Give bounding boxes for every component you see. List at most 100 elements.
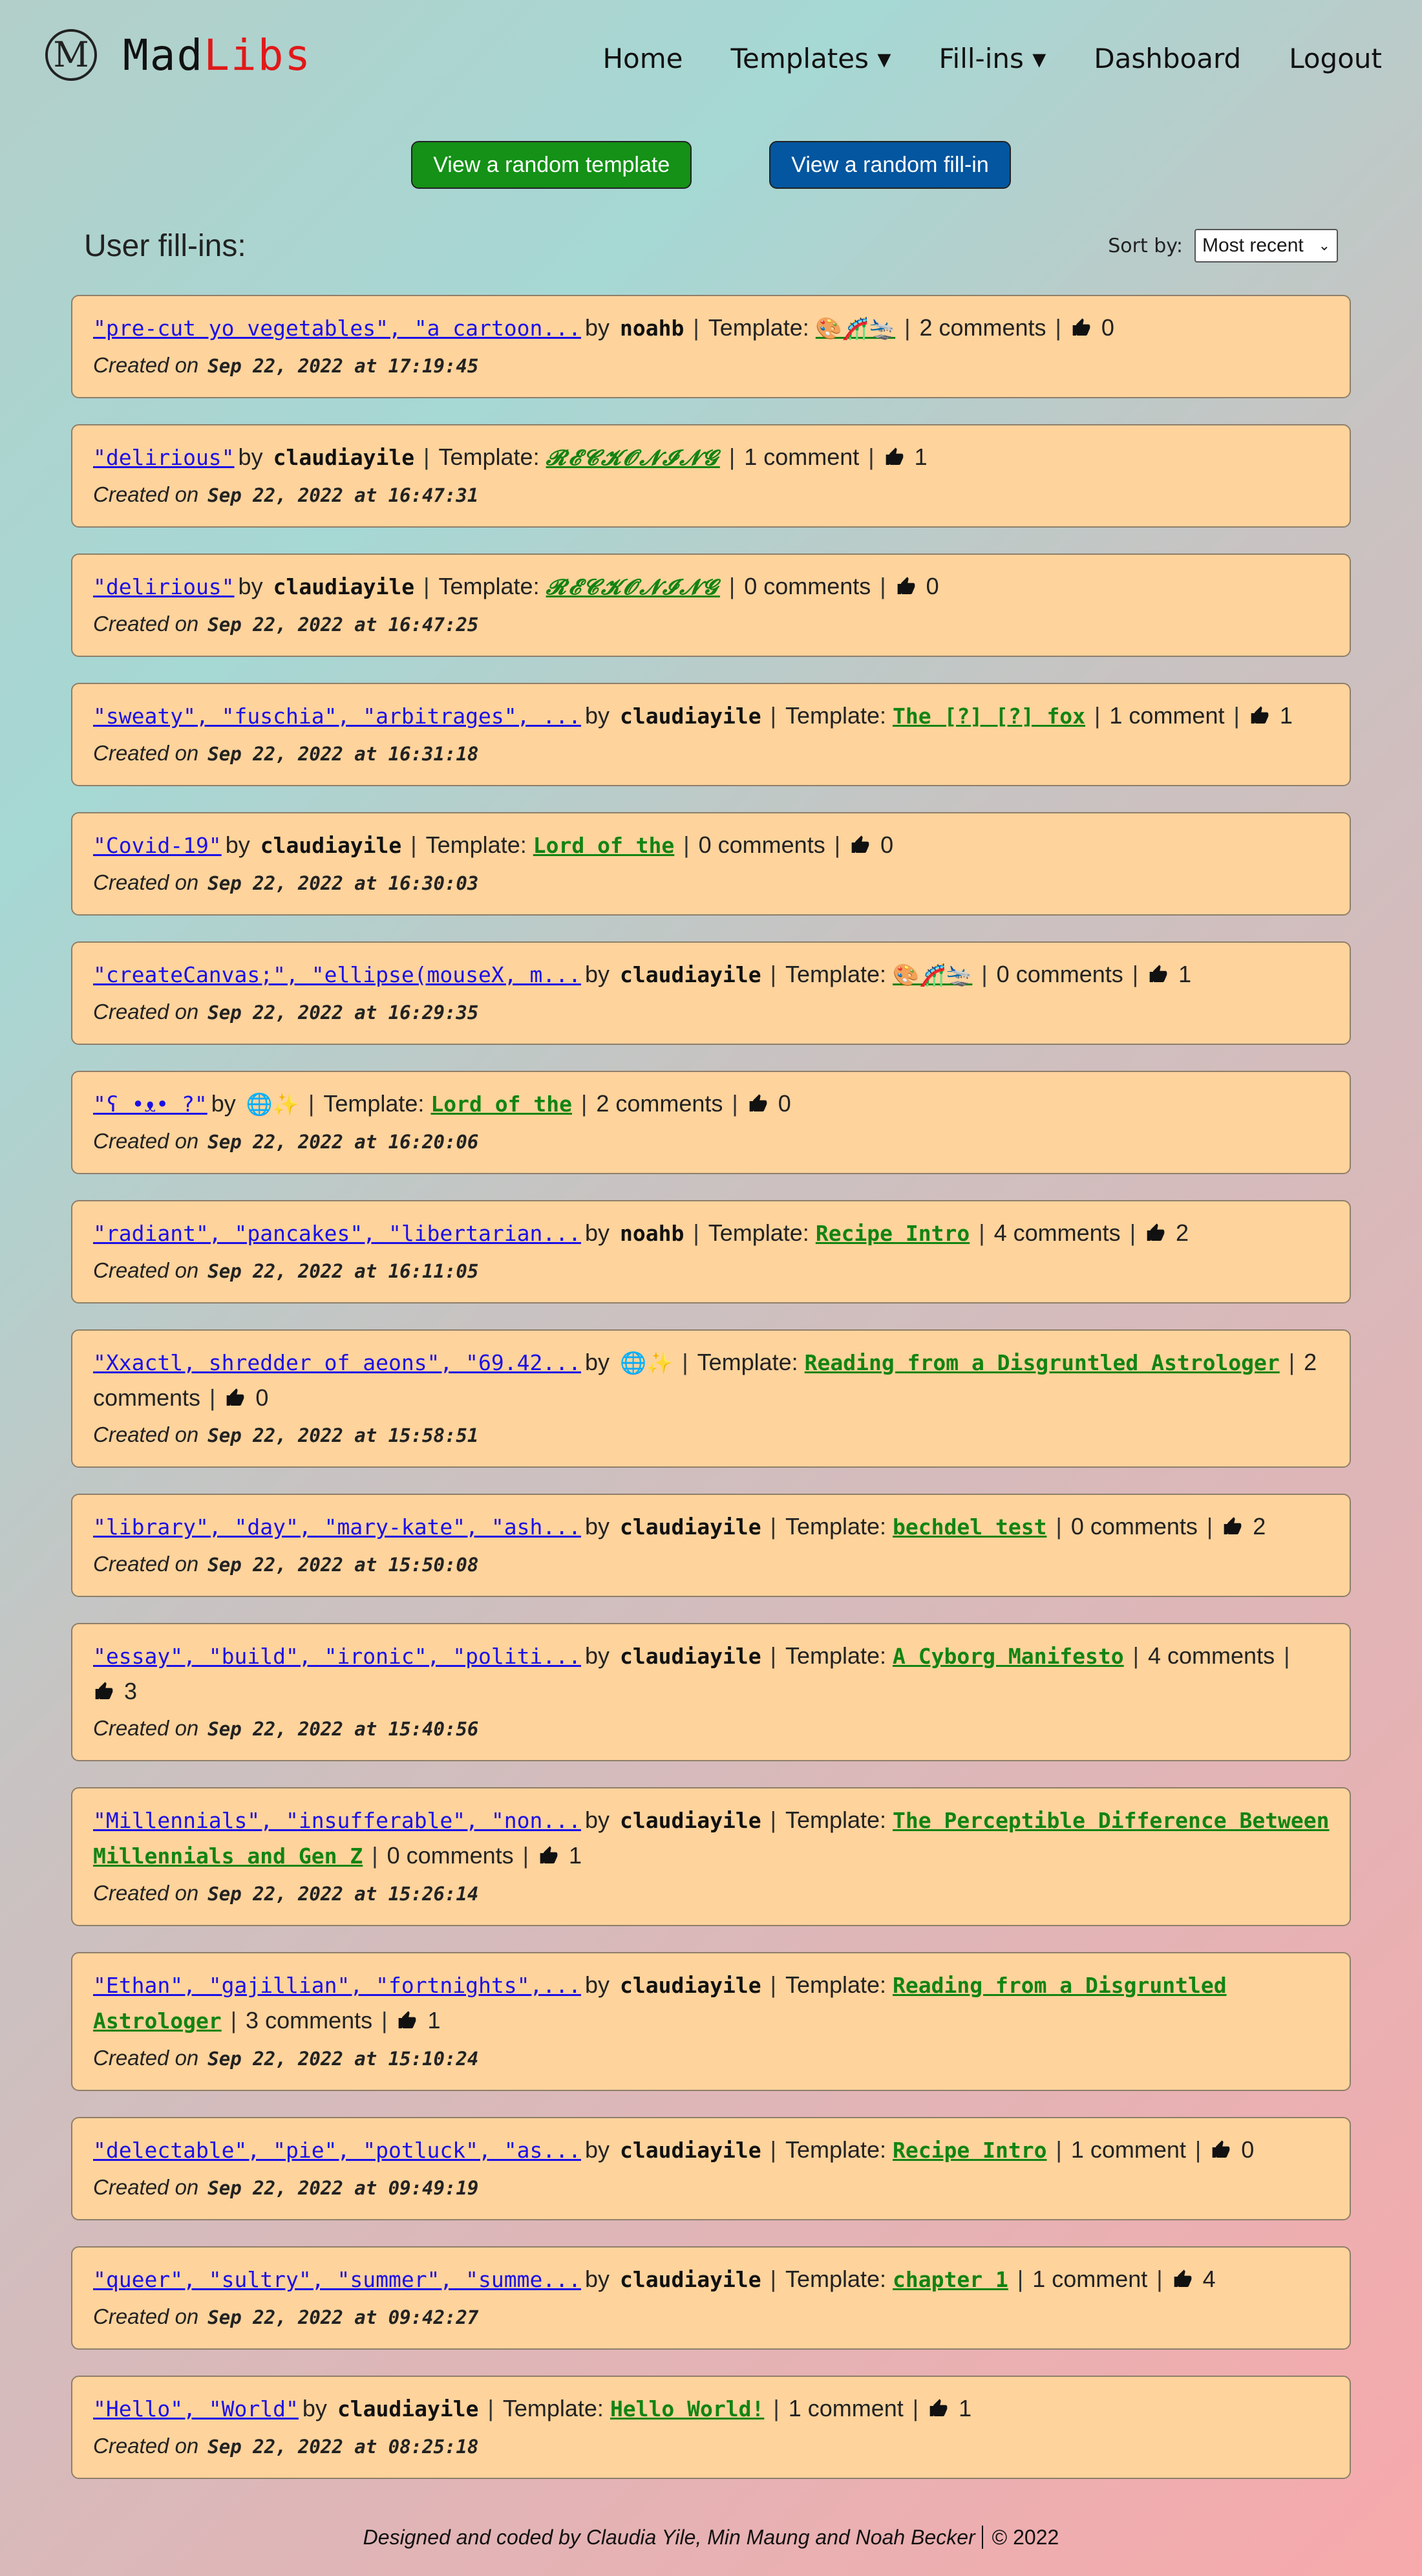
comment-count[interactable]: 0 comments bbox=[699, 832, 825, 858]
like-group: 2 bbox=[1145, 1219, 1189, 1246]
separator: | bbox=[1288, 1349, 1295, 1375]
thumbs-up-icon[interactable] bbox=[849, 835, 871, 855]
thumbs-up-icon[interactable] bbox=[928, 2398, 950, 2419]
fillin-link[interactable]: "queer", "sultry", "summer", "summe... bbox=[93, 2267, 581, 2292]
comment-count[interactable]: 3 comments bbox=[246, 2007, 372, 2034]
template-link[interactable]: chapter 1 bbox=[893, 2267, 1008, 2292]
fillin-link[interactable]: "Hello", "World" bbox=[93, 2396, 299, 2421]
random-template-button[interactable]: View a random template bbox=[411, 141, 692, 189]
comment-count[interactable]: 1 comment bbox=[1032, 2266, 1147, 2292]
thumbs-up-icon[interactable] bbox=[396, 2010, 418, 2031]
fillin-link[interactable]: "delirious" bbox=[93, 574, 235, 599]
author-name: claudiayile bbox=[620, 1808, 761, 1833]
comment-count[interactable]: 1 comment bbox=[1109, 702, 1224, 729]
created-date: Sep 22, 2022 at 16:11:05 bbox=[207, 1260, 479, 1282]
thumbs-up-icon[interactable] bbox=[884, 447, 906, 467]
template-label: Template: bbox=[323, 1090, 425, 1117]
separator: | bbox=[209, 1384, 216, 1411]
template-link[interactable]: 𝓡𝓔𝓒𝓚𝓞𝓝𝓘𝓝𝓖 bbox=[546, 574, 720, 599]
fillin-card: "sweaty", "fuschia", "arbitrages", ... by… bbox=[71, 683, 1351, 786]
thumbs-up-icon[interactable] bbox=[224, 1388, 246, 1408]
fillin-link[interactable]: "Millennials", "insufferable", "non... bbox=[93, 1808, 581, 1833]
thumbs-up-icon[interactable] bbox=[747, 1093, 769, 1114]
site-logo[interactable]: M MadLibs bbox=[45, 29, 312, 81]
created-date: Sep 22, 2022 at 15:10:24 bbox=[207, 2048, 479, 2070]
by-label: by bbox=[584, 1349, 610, 1375]
separator: | bbox=[1056, 1513, 1062, 1540]
thumbs-up-icon[interactable] bbox=[1210, 2140, 1232, 2160]
template-link[interactable]: Recipe Intro bbox=[893, 2138, 1046, 2163]
template-link[interactable]: bechdel test bbox=[893, 1514, 1046, 1540]
nav-logout[interactable]: Logout bbox=[1289, 43, 1382, 74]
by-label: by bbox=[584, 1642, 610, 1669]
thumbs-up-icon[interactable] bbox=[1070, 317, 1092, 338]
template-link[interactable]: Recipe Intro bbox=[816, 1221, 970, 1246]
thumbs-up-icon[interactable] bbox=[1145, 1223, 1167, 1243]
comment-count[interactable]: 0 comments bbox=[387, 1842, 514, 1869]
fillin-summary: "pre-cut yo vegetables", "a cartoon... by… bbox=[93, 310, 1330, 346]
fillin-link[interactable]: "sweaty", "fuschia", "arbitrages", ... bbox=[93, 703, 581, 729]
sort-selected-value: Most recent bbox=[1202, 235, 1304, 256]
comment-count[interactable]: 1 comment bbox=[1071, 2136, 1186, 2163]
template-link[interactable]: The [?] [?] fox bbox=[893, 703, 1085, 729]
comment-count[interactable]: 0 comments bbox=[997, 961, 1123, 987]
created-label: Created on bbox=[93, 2304, 199, 2328]
separator: | bbox=[1056, 2136, 1062, 2163]
fillin-link[interactable]: "Covid-19" bbox=[93, 833, 222, 858]
nav-dashboard[interactable]: Dashboard bbox=[1094, 43, 1241, 74]
template-link[interactable]: 🎨🎢🛬 bbox=[893, 962, 972, 987]
template-link[interactable]: Hello World! bbox=[610, 2396, 764, 2421]
created-label: Created on bbox=[93, 2434, 199, 2458]
thumbs-up-icon[interactable] bbox=[1249, 705, 1271, 726]
thumbs-up-icon[interactable] bbox=[538, 1845, 560, 1866]
fillin-link[interactable]: "Xxactl, shredder of aeons", "69.42... bbox=[93, 1350, 581, 1375]
sort-select[interactable]: Most recent ⌄ bbox=[1194, 229, 1338, 263]
template-link[interactable]: Lord of the bbox=[430, 1091, 572, 1117]
separator: | bbox=[1156, 2266, 1163, 2292]
like-count: 0 bbox=[255, 1384, 269, 1411]
template-link[interactable]: 𝓡𝓔𝓒𝓚𝓞𝓝𝓘𝓝𝓖 bbox=[546, 445, 720, 470]
created-label: Created on bbox=[93, 353, 199, 377]
comment-count[interactable]: 2 comments bbox=[596, 1090, 723, 1117]
comment-count[interactable]: 2 comments bbox=[919, 314, 1046, 341]
nav-home[interactable]: Home bbox=[602, 43, 683, 74]
random-fillin-button[interactable]: View a random fill-in bbox=[769, 141, 1011, 189]
comment-count[interactable]: 4 comments bbox=[994, 1219, 1121, 1246]
separator: | bbox=[423, 444, 430, 470]
fillin-link[interactable]: "delectable", "pie", "potluck", "as... bbox=[93, 2138, 581, 2163]
fillin-summary: "queer", "sultry", "summer", "summe... by… bbox=[93, 2262, 1330, 2297]
fillin-meta: Created on Sep 22, 2022 at 16:29:35 bbox=[93, 996, 1330, 1028]
fillin-link[interactable]: "radiant", "pancakes", "libertarian... bbox=[93, 1221, 581, 1246]
fillin-link[interactable]: "essay", "build", "ironic", "politi... bbox=[93, 1644, 581, 1669]
nav-templates-dropdown[interactable]: Templates ▾ bbox=[730, 43, 891, 74]
comment-count[interactable]: 0 comments bbox=[744, 573, 871, 599]
thumbs-up-icon[interactable] bbox=[895, 576, 917, 597]
created-date: Sep 22, 2022 at 17:19:45 bbox=[207, 355, 479, 377]
by-label: by bbox=[238, 444, 263, 470]
template-link[interactable]: A Cyborg Manifesto bbox=[893, 1644, 1124, 1669]
by-label: by bbox=[225, 832, 250, 858]
template-link[interactable]: 🎨🎢🛬 bbox=[816, 316, 895, 341]
fillin-link[interactable]: "Ethan", "gajillian", "fortnights",... bbox=[93, 1973, 581, 1998]
comment-count[interactable]: 4 comments bbox=[1148, 1642, 1275, 1669]
created-label: Created on bbox=[93, 2046, 199, 2070]
template-link[interactable]: Lord of the bbox=[533, 833, 675, 858]
thumbs-up-icon[interactable] bbox=[1222, 1516, 1244, 1537]
nav-fillins-dropdown[interactable]: Fill-ins ▾ bbox=[939, 43, 1046, 74]
thumbs-up-icon[interactable] bbox=[1147, 964, 1169, 985]
fillin-link[interactable]: "createCanvas;", "ellipse(mouseX, m... bbox=[93, 962, 581, 987]
separator: | bbox=[1055, 314, 1061, 341]
fillin-link[interactable]: "pre-cut yo vegetables", "a cartoon... bbox=[93, 316, 581, 341]
thumbs-up-icon[interactable] bbox=[1172, 2269, 1194, 2290]
comment-count[interactable]: 0 comments bbox=[1071, 1513, 1198, 1540]
like-count: 0 bbox=[1101, 314, 1114, 341]
by-label: by bbox=[584, 1513, 610, 1540]
template-link[interactable]: Reading from a Disgruntled Astrologer bbox=[805, 1350, 1280, 1375]
comment-count[interactable]: 1 comment bbox=[744, 444, 859, 470]
thumbs-up-icon[interactable] bbox=[93, 1681, 115, 1702]
fillin-link[interactable]: "library", "day", "mary-kate", "ash... bbox=[93, 1514, 581, 1540]
separator: | bbox=[1233, 702, 1240, 729]
fillin-link[interactable]: "delirious" bbox=[93, 445, 235, 470]
comment-count[interactable]: 1 comment bbox=[789, 2395, 904, 2421]
fillin-link[interactable]: "ʕ •ᴥ• ?" bbox=[93, 1091, 207, 1117]
